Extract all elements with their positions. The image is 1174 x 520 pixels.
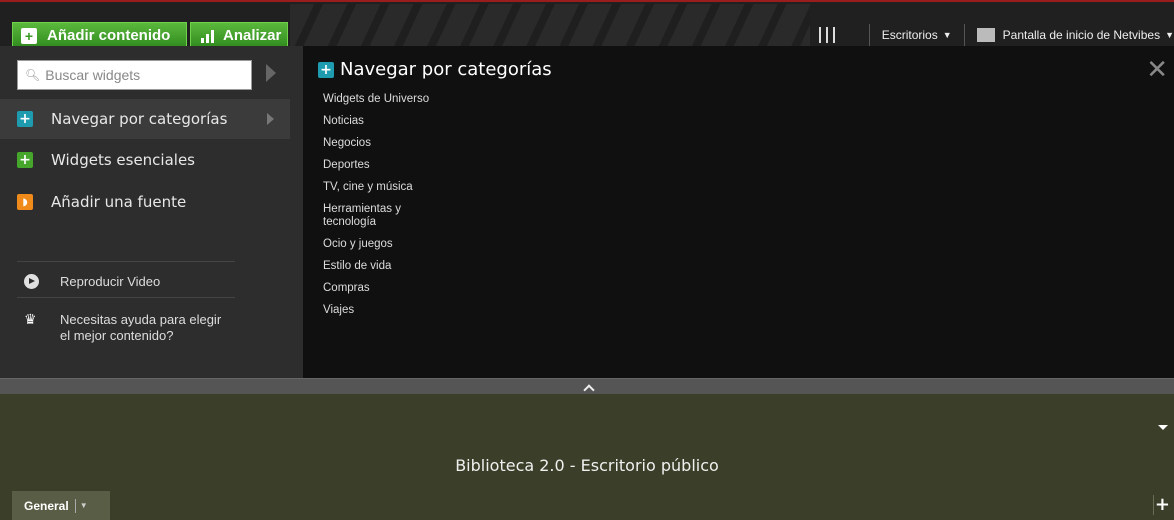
help-label: Necesitas ayuda para elegir el mejor con… [60,312,222,343]
chevron-down-icon: ▼ [942,30,952,40]
tab-label: General [24,498,69,513]
chevron-down-icon: ▼ [1165,30,1174,40]
play-icon [24,274,39,289]
toolbar-separator [868,24,870,46]
add-content-label: Añadir contenido [47,27,171,44]
plus-icon: + [17,111,33,127]
analyze-label: Analizar [223,27,282,44]
top-toolbar: + Añadir contenido Analizar Escritorios … [0,0,1174,48]
tab-separator [74,498,76,513]
play-video-link[interactable]: Reproducir Video [24,274,160,289]
netvibes-home-label: Pantalla de inicio de Netvibes [1002,28,1161,42]
categories-panel: + Navegar por categorías ✕ Widgets de Un… [303,46,1174,378]
category-list: Widgets de Universo Noticias Negocios De… [323,93,433,326]
bar-chart-icon [201,29,217,43]
search-input[interactable] [43,66,244,84]
menu-item-label: Navegar por categorías [51,110,228,128]
netvibes-home-menu[interactable]: Pantalla de inicio de Netvibes ▼ [976,28,1174,42]
close-icon[interactable]: ✕ [1146,57,1168,83]
plus-icon: + [17,152,33,168]
category-item[interactable]: Compras [323,282,433,295]
analyze-button[interactable]: Analizar [190,22,288,48]
chevron-up-icon[interactable] [583,382,593,392]
menu-item-browse-categories[interactable]: + Navegar por categorías [0,99,290,139]
add-content-button[interactable]: + Añadir contenido [12,22,187,48]
left-panel: 🔍︎ + Navegar por categorías + Widgets es… [0,46,303,378]
menu-item-add-feed[interactable]: ◗ Añadir una fuente [0,182,290,222]
category-item[interactable]: Viajes [323,304,433,317]
panel-title-label: Navegar por categorías [340,59,552,80]
dashboard-title: Biblioteca 2.0 - Escritorio público [455,456,719,475]
menu-item-essential-widgets[interactable]: + Widgets esenciales [0,140,290,180]
chevron-right-icon [267,113,274,125]
toolbar-decoration [290,4,810,46]
menu-item-label: Widgets esenciales [51,151,196,169]
chevron-down-icon[interactable] [1158,425,1168,430]
category-item[interactable]: Estilo de vida [323,260,433,273]
add-tab-button[interactable]: + [1155,494,1170,515]
crown-icon: ♛ [24,311,37,327]
collapse-bar[interactable] [0,378,1174,394]
play-video-label: Reproducir Video [60,274,161,289]
search-box: 🔍︎ [17,60,252,90]
settings-sliders-icon[interactable] [817,27,837,43]
search-go-icon[interactable] [266,64,276,82]
dashboard-area: Biblioteca 2.0 - Escritorio público Gene… [0,394,1174,520]
tab-general[interactable]: General ▼ [12,491,110,520]
category-item[interactable]: Ocio y juegos [323,238,433,251]
help-link[interactable]: ♛ Necesitas ayuda para elegir el mejor c… [24,312,230,344]
divider [17,297,235,298]
category-item[interactable]: TV, cine y música [323,181,433,194]
category-item[interactable]: Negocios [323,137,433,150]
divider [1153,495,1154,515]
rss-icon: ◗ [17,194,33,210]
panel-title: + Navegar por categorías [318,59,552,80]
menu-item-label: Añadir una fuente [51,193,187,211]
category-item[interactable]: Noticias [323,115,433,128]
toolbar-separator [963,24,965,46]
desktops-label: Escritorios [881,28,938,42]
plus-icon: + [21,27,37,44]
category-item[interactable]: Herramientas y tecnología [323,203,433,229]
divider [17,261,235,262]
category-item[interactable]: Deportes [323,159,433,172]
search-icon: 🔍︎ [25,68,41,82]
desktops-menu[interactable]: Escritorios ▼ [882,28,952,42]
plus-icon: + [318,61,334,78]
toolbar-right: Escritorios ▼ Pantalla de inicio de Netv… [817,22,1174,48]
category-item[interactable]: Widgets de Universo [323,93,433,106]
chevron-down-icon[interactable]: ▼ [80,501,88,510]
avatar [976,28,995,42]
